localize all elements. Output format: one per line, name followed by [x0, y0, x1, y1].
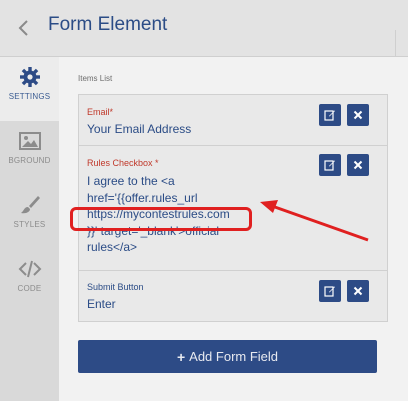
field-label: Rules Checkbox *	[87, 158, 159, 168]
annotation-arrow-icon	[260, 200, 369, 242]
edit-button[interactable]	[319, 154, 341, 176]
header-bar: Form Element	[0, 0, 408, 57]
field-label: Email*	[87, 107, 114, 117]
add-form-field-button[interactable]: + Add Form Field	[78, 340, 377, 373]
annotation-highlight-box	[70, 207, 252, 231]
edit-icon	[324, 110, 335, 121]
page-title: Form Element	[48, 14, 168, 35]
sidebar-item-label: CODE	[17, 284, 42, 293]
delete-button[interactable]	[347, 154, 369, 176]
delete-button[interactable]	[347, 280, 369, 302]
sidebar-item-styles[interactable]: STYLES	[0, 185, 59, 249]
field-value: Your Email Address	[87, 122, 192, 136]
sidebar-item-label: BGROUND	[8, 156, 51, 165]
close-icon	[353, 110, 363, 120]
close-icon	[353, 286, 363, 296]
sidebar-item-settings[interactable]: SETTINGS	[0, 57, 59, 121]
list-item-submit-button[interactable]: Submit Button Enter	[79, 271, 387, 321]
chevron-left-icon[interactable]	[12, 16, 36, 40]
field-value: Enter	[87, 297, 116, 311]
edit-icon	[324, 286, 335, 297]
edit-icon	[324, 160, 335, 171]
sidebar-item-label: SETTINGS	[8, 92, 51, 101]
gear-icon	[18, 65, 42, 89]
sidebar-item-label: STYLES	[13, 220, 46, 229]
sidebar-item-bground[interactable]: BGROUND	[0, 121, 59, 185]
close-icon	[353, 160, 363, 170]
list-item-email[interactable]: Email* Your Email Address	[79, 95, 387, 146]
image-icon	[18, 129, 42, 153]
sidebar: SETTINGS BGROUND STYLES CODE	[0, 57, 59, 401]
edit-button[interactable]	[319, 280, 341, 302]
brush-icon	[18, 193, 42, 217]
code-icon	[18, 257, 42, 281]
delete-button[interactable]	[347, 104, 369, 126]
value-line: rules</a>	[87, 240, 138, 254]
add-form-field-label: Add Form Field	[189, 349, 279, 364]
field-label: Submit Button	[87, 282, 144, 292]
value-line: href='{{offer.rules_url	[87, 190, 198, 205]
edit-button[interactable]	[319, 104, 341, 126]
sidebar-item-code[interactable]: CODE	[0, 249, 59, 313]
value-line: I agree to the <a	[87, 174, 175, 188]
items-list-label: Items List	[78, 74, 113, 83]
plus-icon: +	[176, 348, 186, 365]
header-divider	[395, 30, 408, 56]
